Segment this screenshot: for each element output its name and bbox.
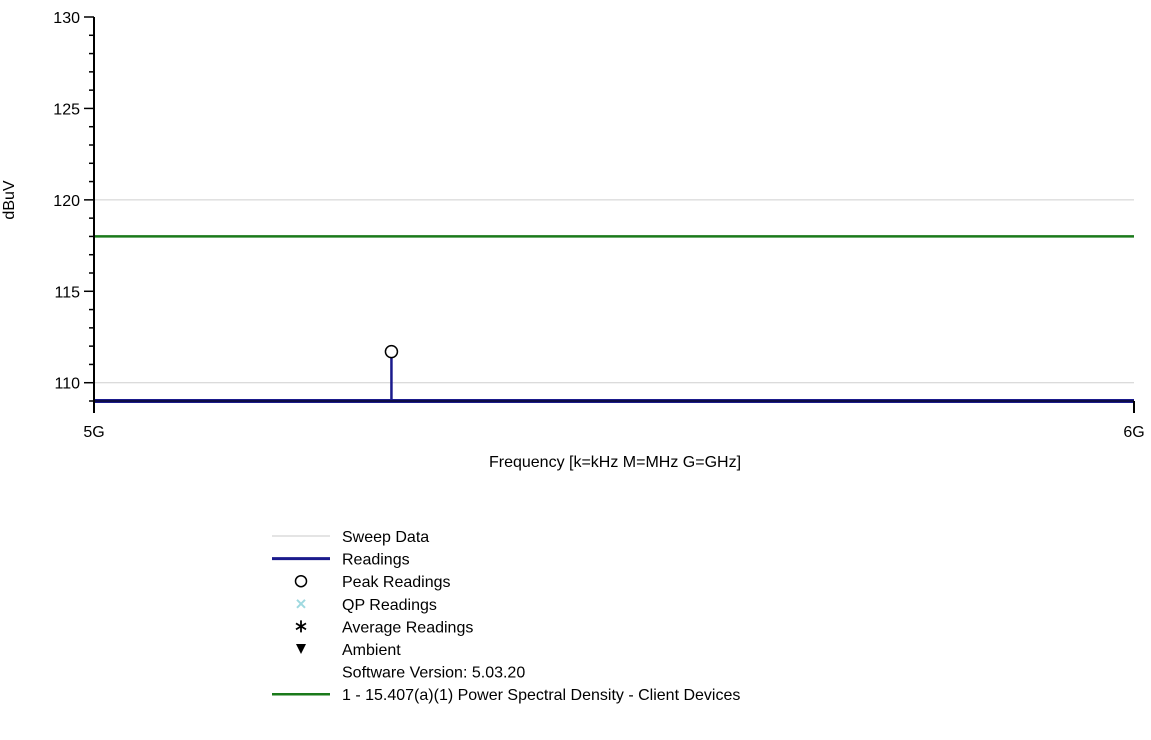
legend-item: Software Version: 5.03.20 bbox=[342, 665, 525, 682]
chart-svg: 110 115 120 125 130 5G 6G Frequency [k=kHz M=M… bbox=[1, 10, 1145, 704]
legend-triangle-icon bbox=[296, 644, 306, 654]
x-tick-label: 6G bbox=[1123, 424, 1144, 441]
series-layer bbox=[94, 235, 1134, 403]
y-tick-label: 115 bbox=[54, 284, 80, 301]
axis-layer: 110 115 120 125 130 5G 6G bbox=[53, 10, 1144, 441]
peak-reading-marker bbox=[384, 344, 399, 359]
legend-circle-icon bbox=[294, 574, 308, 588]
y-tick-label: 130 bbox=[53, 10, 80, 27]
y-tick-label: 125 bbox=[53, 101, 80, 118]
legend-label: Ambient bbox=[342, 642, 401, 659]
legend-asterisk-icon bbox=[295, 620, 307, 633]
y-tick-label: 110 bbox=[54, 376, 80, 393]
legend-label: Software Version: 5.03.20 bbox=[342, 665, 525, 682]
legend-item: QP Readings bbox=[296, 597, 437, 614]
legend-item: Readings bbox=[272, 552, 410, 569]
legend-item: Sweep Data bbox=[272, 529, 429, 546]
legend-label: Sweep Data bbox=[342, 529, 429, 546]
legend-label: Readings bbox=[342, 552, 410, 569]
legend-item: 1 - 15.407(a)(1) Power Spectral Density … bbox=[272, 687, 740, 704]
legend-item: Peak Readings bbox=[294, 574, 451, 591]
legend-x-icon bbox=[296, 599, 306, 609]
legend-label: QP Readings bbox=[342, 597, 437, 614]
x-axis-title: Frequency [k=kHz M=MHz G=GHz] bbox=[489, 454, 741, 471]
legend: Sweep Data Readings Peak Readings QP Readin… bbox=[272, 529, 740, 704]
y-tick-label: 120 bbox=[53, 193, 80, 210]
grid-layer bbox=[94, 199, 1134, 384]
legend-item: Ambient bbox=[296, 642, 401, 659]
legend-label: Peak Readings bbox=[342, 574, 451, 591]
emission-chart: 110 115 120 125 130 5G 6G Frequency [k=kHz M=M… bbox=[0, 0, 1151, 740]
legend-label: 1 - 15.407(a)(1) Power Spectral Density … bbox=[342, 687, 740, 704]
legend-label: Average Readings bbox=[342, 619, 473, 636]
y-axis-title: dBuV bbox=[1, 180, 18, 219]
legend-item: Average Readings bbox=[295, 619, 473, 636]
x-tick-label: 5G bbox=[83, 424, 104, 441]
